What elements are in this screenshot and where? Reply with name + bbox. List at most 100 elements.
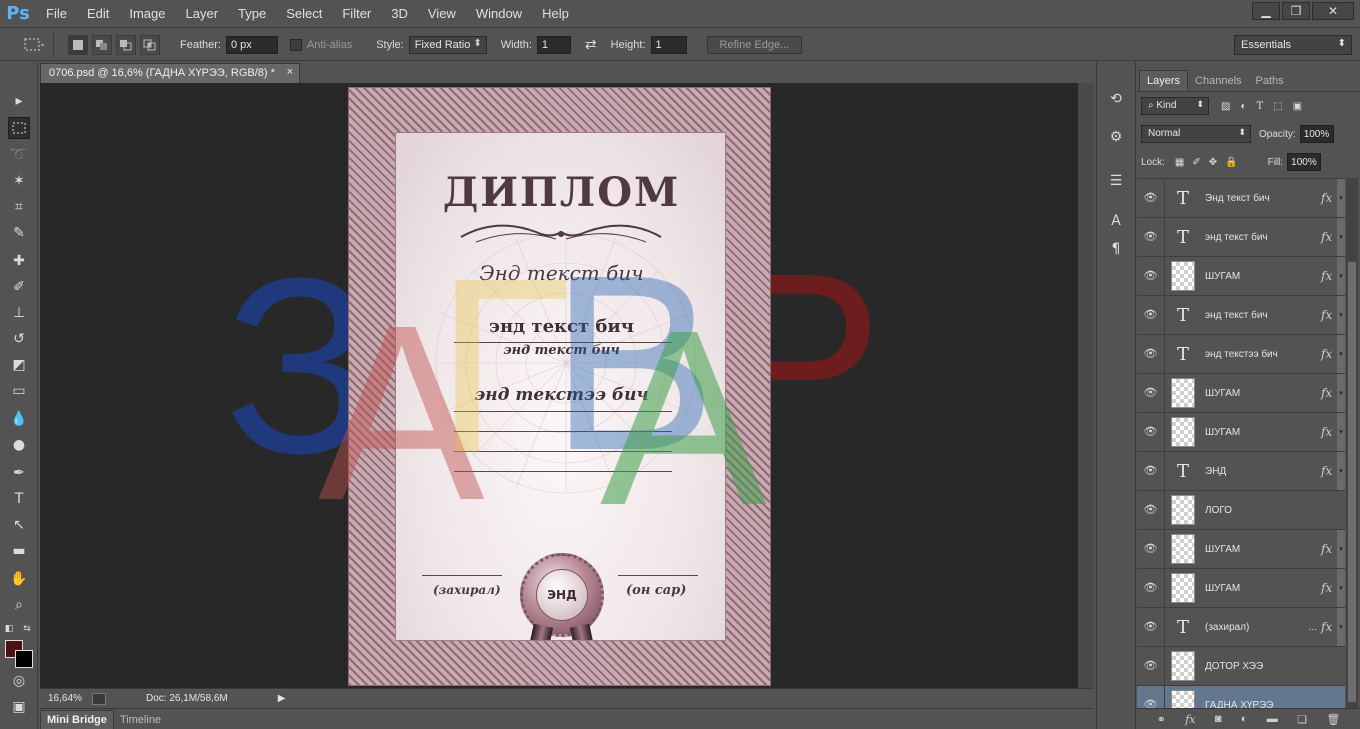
marquee-tool-icon[interactable] — [8, 117, 30, 139]
visibility-eye-icon[interactable]: 👁 — [1137, 530, 1165, 568]
tool-preset-picker[interactable] — [14, 31, 54, 58]
add-selection-mode[interactable] — [92, 34, 112, 55]
fx-icon[interactable]: fx — [1185, 713, 1195, 726]
group-icon[interactable]: ▬ — [1267, 713, 1278, 725]
mask-icon[interactable]: ◙ — [1215, 713, 1222, 725]
lock-transparent-icon[interactable]: ▦ — [1175, 157, 1184, 168]
brush-tool-icon[interactable]: ✐ — [8, 276, 30, 298]
visibility-eye-icon[interactable]: 👁 — [1137, 218, 1165, 256]
menu-type[interactable]: Type — [228, 0, 276, 28]
text-layer-icon[interactable]: T — [1171, 300, 1195, 330]
lock-image-icon[interactable]: ✐ — [1192, 157, 1200, 168]
layer-name[interactable]: энд текстээ бич — [1205, 349, 1321, 360]
visibility-eye-icon[interactable]: 👁 — [1137, 491, 1165, 529]
dodge-tool-icon[interactable]: ● — [8, 434, 30, 456]
crop-tool-icon[interactable]: ⌗ — [8, 196, 30, 218]
layer-name[interactable]: Энд текст бич — [1205, 193, 1321, 204]
status-menu-arrow-icon[interactable]: ▶ — [278, 693, 286, 704]
opacity-input[interactable] — [1299, 125, 1334, 143]
expand-effects-icon[interactable]: ▾ — [1337, 374, 1345, 412]
pen-tool-icon[interactable]: ✒ — [8, 462, 30, 484]
text-layer-icon[interactable]: T — [1171, 339, 1195, 369]
menu-help[interactable]: Help — [532, 0, 579, 28]
layer-fx-icon[interactable]: fx — [1321, 620, 1335, 634]
tab-timeline[interactable]: Timeline — [114, 711, 167, 729]
layer-row[interactable]: 👁 ШУГАМ fx ▾ — [1137, 373, 1345, 412]
layers-scrollbar[interactable] — [1346, 178, 1358, 708]
history-panel-icon[interactable]: ⟲ — [1105, 88, 1127, 110]
layer-thumbnail[interactable] — [1171, 690, 1195, 708]
layer-thumbnail[interactable] — [1171, 417, 1195, 447]
blur-tool-icon[interactable]: 💧 — [8, 408, 30, 430]
canvas-area[interactable]: З А Г В А Р ДИПЛОМ Энд текст бич энд тек… — [40, 83, 1078, 688]
layer-row[interactable]: 👁 ШУГАМ fx ▾ — [1137, 256, 1345, 295]
path-selection-icon[interactable]: ↖ — [8, 514, 30, 536]
default-colors-icon[interactable]: ◧ — [2, 618, 16, 640]
close-document-icon[interactable]: × — [287, 66, 293, 78]
move-tool-icon[interactable]: ▸ — [8, 90, 30, 112]
menu-filter[interactable]: Filter — [332, 0, 381, 28]
filter-smart-object-icon[interactable]: ▣ — [1293, 101, 1302, 112]
layer-fx-icon[interactable]: fx — [1321, 308, 1335, 322]
expand-effects-icon[interactable]: ▾ — [1337, 452, 1345, 490]
layer-name[interactable]: ШУГАМ — [1205, 544, 1321, 555]
kind-filter-select[interactable]: ⌕ Kind — [1141, 97, 1209, 115]
expand-effects-icon[interactable]: ▾ — [1337, 413, 1345, 451]
expand-effects-icon[interactable]: ▾ — [1337, 179, 1345, 217]
history-brush-icon[interactable]: ↺ — [8, 328, 30, 350]
layer-fx-icon[interactable]: fx — [1321, 464, 1335, 478]
swap-icon[interactable]: ⇄ — [585, 36, 597, 53]
screen-mode-icon[interactable]: ▣ — [8, 696, 30, 718]
layer-fx-icon[interactable]: fx — [1321, 425, 1335, 439]
layer-fx-icon[interactable]: fx — [1321, 386, 1335, 400]
gradient-tool-icon[interactable]: ▭ — [8, 380, 30, 402]
quick-mask-icon[interactable]: ◎ — [8, 670, 30, 692]
magic-wand-icon[interactable]: ✶ — [8, 170, 30, 192]
layer-row[interactable]: 👁 ГАДНА ХҮРЭЭ — [1137, 685, 1345, 708]
status-info-icon[interactable] — [92, 692, 106, 705]
visibility-eye-icon[interactable]: 👁 — [1137, 569, 1165, 607]
text-layer-icon[interactable]: T — [1171, 456, 1195, 486]
menu-image[interactable]: Image — [119, 0, 175, 28]
visibility-eye-icon[interactable]: 👁 — [1137, 608, 1165, 646]
layer-fx-icon[interactable]: fx — [1321, 347, 1335, 361]
height-input[interactable] — [650, 35, 687, 54]
type-tool-icon[interactable]: T — [8, 488, 30, 510]
menu-select[interactable]: Select — [276, 0, 332, 28]
layer-row[interactable]: 👁 ШУГАМ fx ▾ — [1137, 529, 1345, 568]
healing-brush-icon[interactable]: ✚ — [8, 250, 30, 272]
filter-pixel-icon[interactable]: ▨ — [1221, 101, 1230, 112]
filter-shape-icon[interactable]: ⬚ — [1273, 101, 1282, 112]
close-button[interactable]: ✕ — [1312, 2, 1354, 20]
tab-channels[interactable]: Channels — [1188, 71, 1248, 91]
layer-thumbnail[interactable] — [1171, 573, 1195, 603]
visibility-eye-icon[interactable]: 👁 — [1137, 257, 1165, 295]
swap-colors-icon[interactable]: ⇆ — [20, 618, 34, 640]
hand-tool-icon[interactable]: ✋ — [8, 568, 30, 590]
menu-window[interactable]: Window — [466, 0, 532, 28]
link-icon[interactable]: ⚭ — [1157, 713, 1166, 726]
background-color-swatch[interactable] — [15, 650, 33, 668]
zoom-tool-icon[interactable]: ⌕ — [8, 594, 30, 616]
layer-name[interactable]: ГАДНА ХҮРЭЭ — [1205, 700, 1345, 709]
visibility-eye-icon[interactable]: 👁 — [1137, 452, 1165, 490]
layer-name[interactable]: энд текст бич — [1205, 232, 1321, 243]
paragraph-panel-icon[interactable]: ¶ — [1105, 238, 1127, 260]
menu-view[interactable]: View — [418, 0, 466, 28]
visibility-eye-icon[interactable]: 👁 — [1137, 296, 1165, 334]
expand-effects-icon[interactable]: ▾ — [1337, 335, 1345, 373]
visibility-eye-icon[interactable]: 👁 — [1137, 179, 1165, 217]
expand-effects-icon[interactable]: ▾ — [1337, 257, 1345, 295]
adjustment-icon[interactable]: ◐ — [1241, 713, 1248, 725]
layer-name[interactable]: ШУГАМ — [1205, 271, 1321, 282]
layer-row[interactable]: 👁 Tэнд текст бич fx ▾ — [1137, 295, 1345, 334]
lock-position-icon[interactable]: ✥ — [1209, 157, 1217, 168]
visibility-eye-icon[interactable]: 👁 — [1137, 374, 1165, 412]
layer-name[interactable]: ЭНД — [1205, 466, 1321, 477]
expand-effects-icon[interactable]: ▾ — [1337, 530, 1345, 568]
character-panel-icon[interactable]: A — [1105, 210, 1127, 232]
antialias-checkbox[interactable] — [289, 38, 302, 51]
zoom-readout[interactable]: 16,64% — [48, 693, 92, 704]
layer-row[interactable]: 👁 ЛОГО — [1137, 490, 1345, 529]
filter-type-icon[interactable]: T — [1257, 101, 1264, 112]
